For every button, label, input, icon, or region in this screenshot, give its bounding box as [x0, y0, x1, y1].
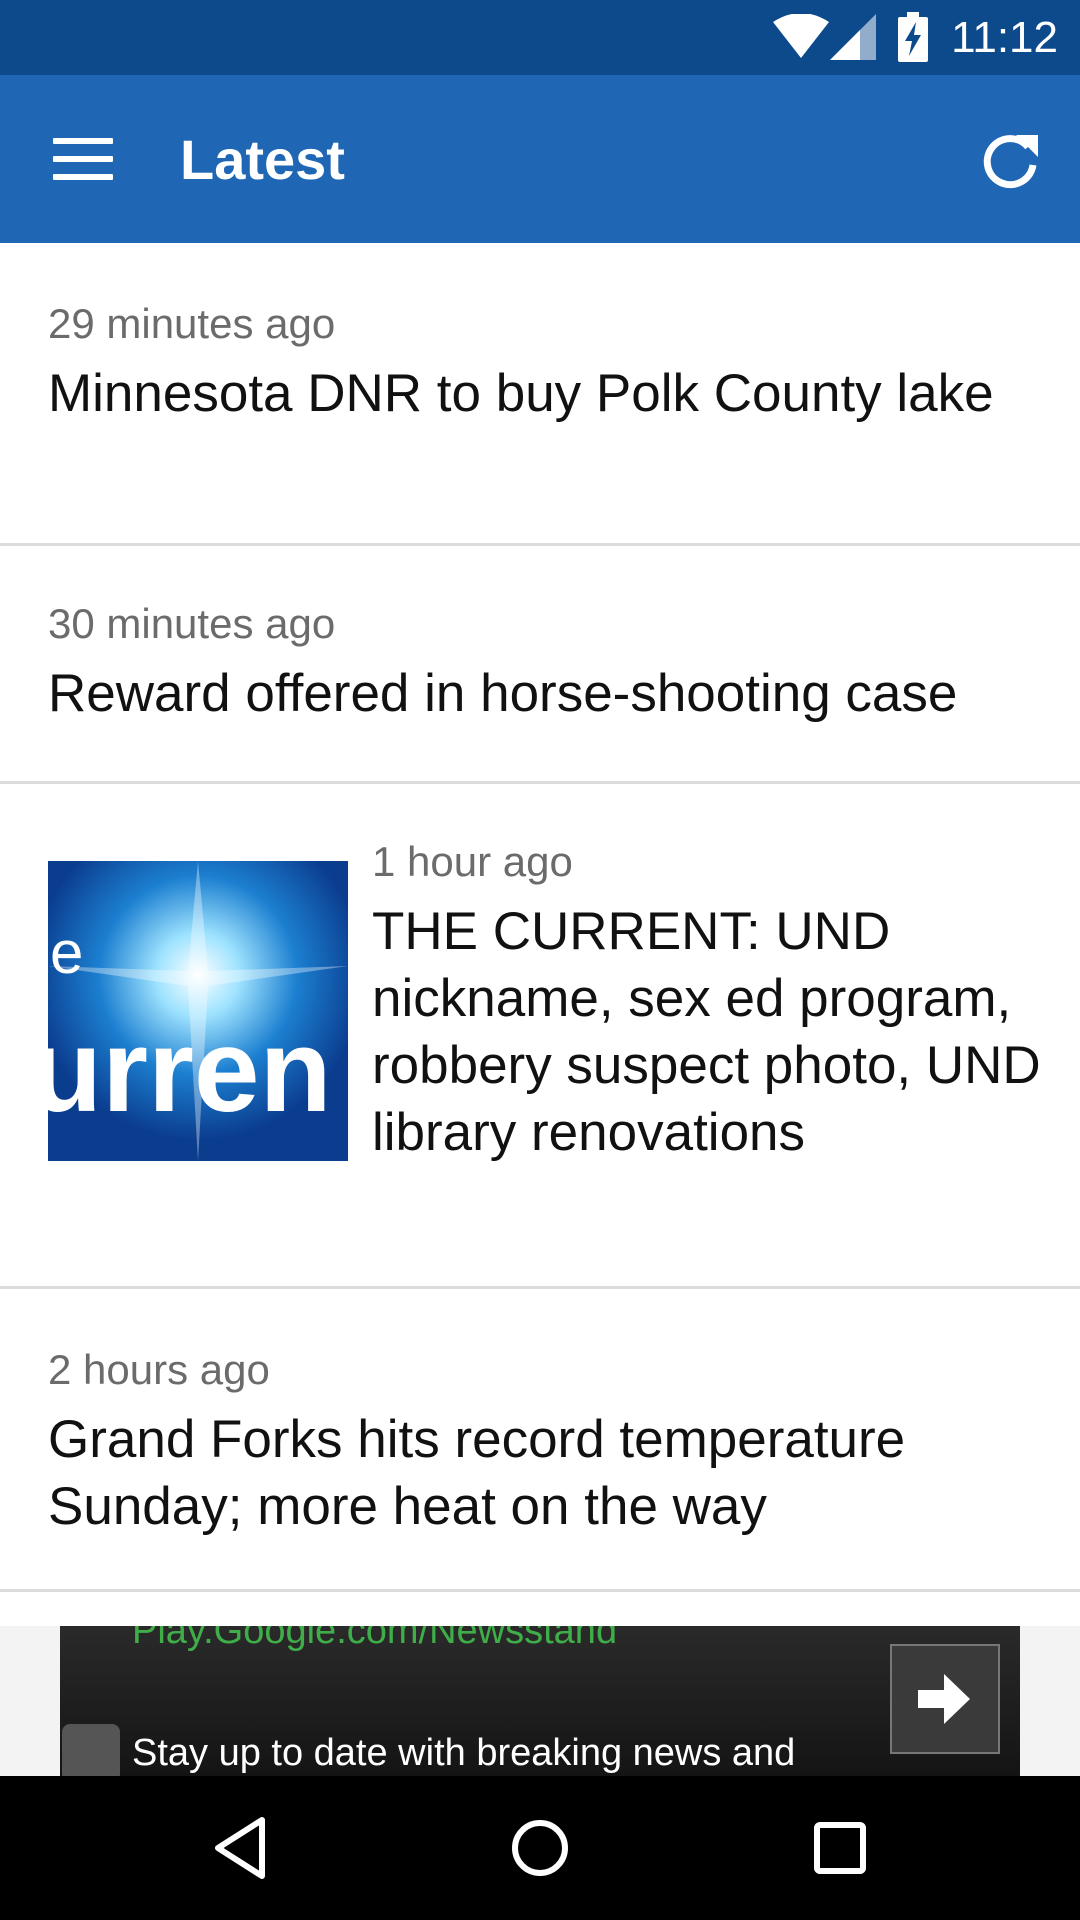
home-icon	[512, 1820, 568, 1876]
navigation-menu-button[interactable]	[36, 122, 126, 196]
article-headline: Grand Forks hits record temperature Sund…	[48, 1410, 906, 1536]
recents-button[interactable]	[800, 1808, 880, 1888]
article-item[interactable]: 29 minutes ago Minnesota DNR to buy Polk…	[0, 243, 1080, 546]
article-time: 29 minutes ago	[48, 300, 336, 347]
status-bar: 11:12	[0, 0, 1080, 75]
ad-banner[interactable]: Play.Google.com/Newsstand Stay up to dat…	[60, 1626, 1020, 1776]
battery-charging-icon	[898, 12, 928, 62]
article-feed[interactable]: 29 minutes ago Minnesota DNR to buy Polk…	[0, 243, 1080, 1592]
article-time: 1 hour ago	[372, 838, 573, 885]
refresh-icon	[983, 135, 1038, 189]
back-icon	[215, 1817, 265, 1879]
article-item[interactable]: 30 minutes ago Reward offered in horse-s…	[0, 546, 1080, 784]
back-button[interactable]	[200, 1808, 280, 1888]
svg-text:e: e	[50, 919, 83, 986]
cell-signal-icon	[830, 14, 876, 60]
article-headline: Minnesota DNR to buy Polk County lake	[48, 364, 994, 423]
recents-icon	[814, 1822, 866, 1874]
app-bar: Latest	[0, 75, 1080, 243]
page-title: Latest	[180, 128, 345, 191]
article-time: 2 hours ago	[48, 1346, 270, 1393]
home-button[interactable]	[500, 1808, 580, 1888]
refresh-button[interactable]	[970, 125, 1050, 195]
svg-text:urren: urren	[48, 1005, 332, 1137]
ad-app-icon	[62, 1724, 120, 1776]
arrow-right-icon	[918, 1674, 970, 1724]
clock: 11:12	[951, 13, 1058, 62]
wifi-icon	[773, 14, 829, 58]
ad-url: Play.Google.com/Newsstand	[132, 1626, 618, 1652]
article-item[interactable]: 2 hours ago Grand Forks hits record temp…	[0, 1289, 1080, 1592]
article-thumbnail: e urren	[48, 861, 348, 1161]
article-time: 30 minutes ago	[48, 600, 336, 647]
ad-open-button[interactable]	[890, 1644, 1000, 1754]
ad-description: Stay up to date with breaking news and	[132, 1732, 796, 1774]
article-item[interactable]: e urren 1 hour ago THE CURRENT: UND nick…	[0, 784, 1080, 1289]
ad-banner-area: Play.Google.com/Newsstand Stay up to dat…	[0, 1626, 1080, 1776]
article-headline: THE CURRENT: UND nickname, sex ed progra…	[372, 902, 1041, 1162]
article-headline: Reward offered in horse-shooting case	[48, 664, 958, 723]
system-nav-bar	[0, 1776, 1080, 1920]
